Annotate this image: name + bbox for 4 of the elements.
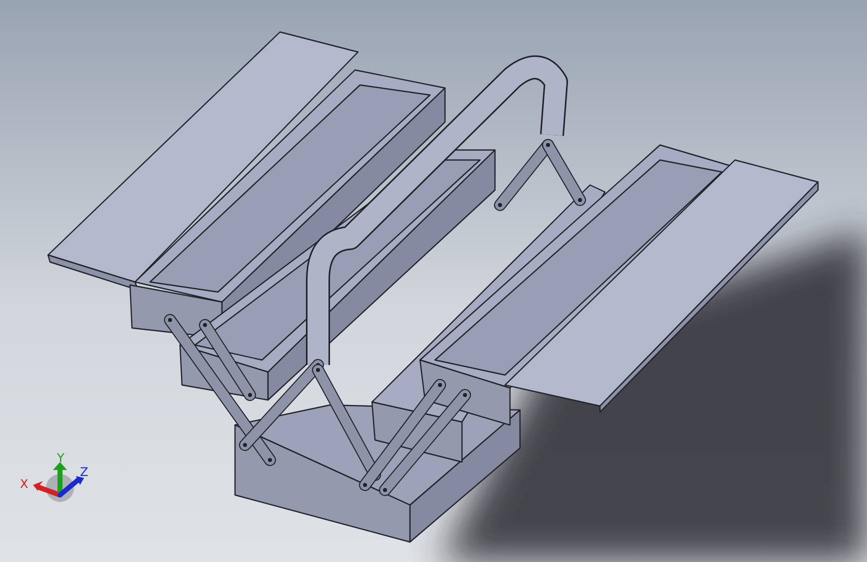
axis-label: Y [57,451,64,465]
triad-sphere-icon [46,474,74,502]
axis-label: X [20,477,28,491]
axis-label: Z [80,465,88,479]
